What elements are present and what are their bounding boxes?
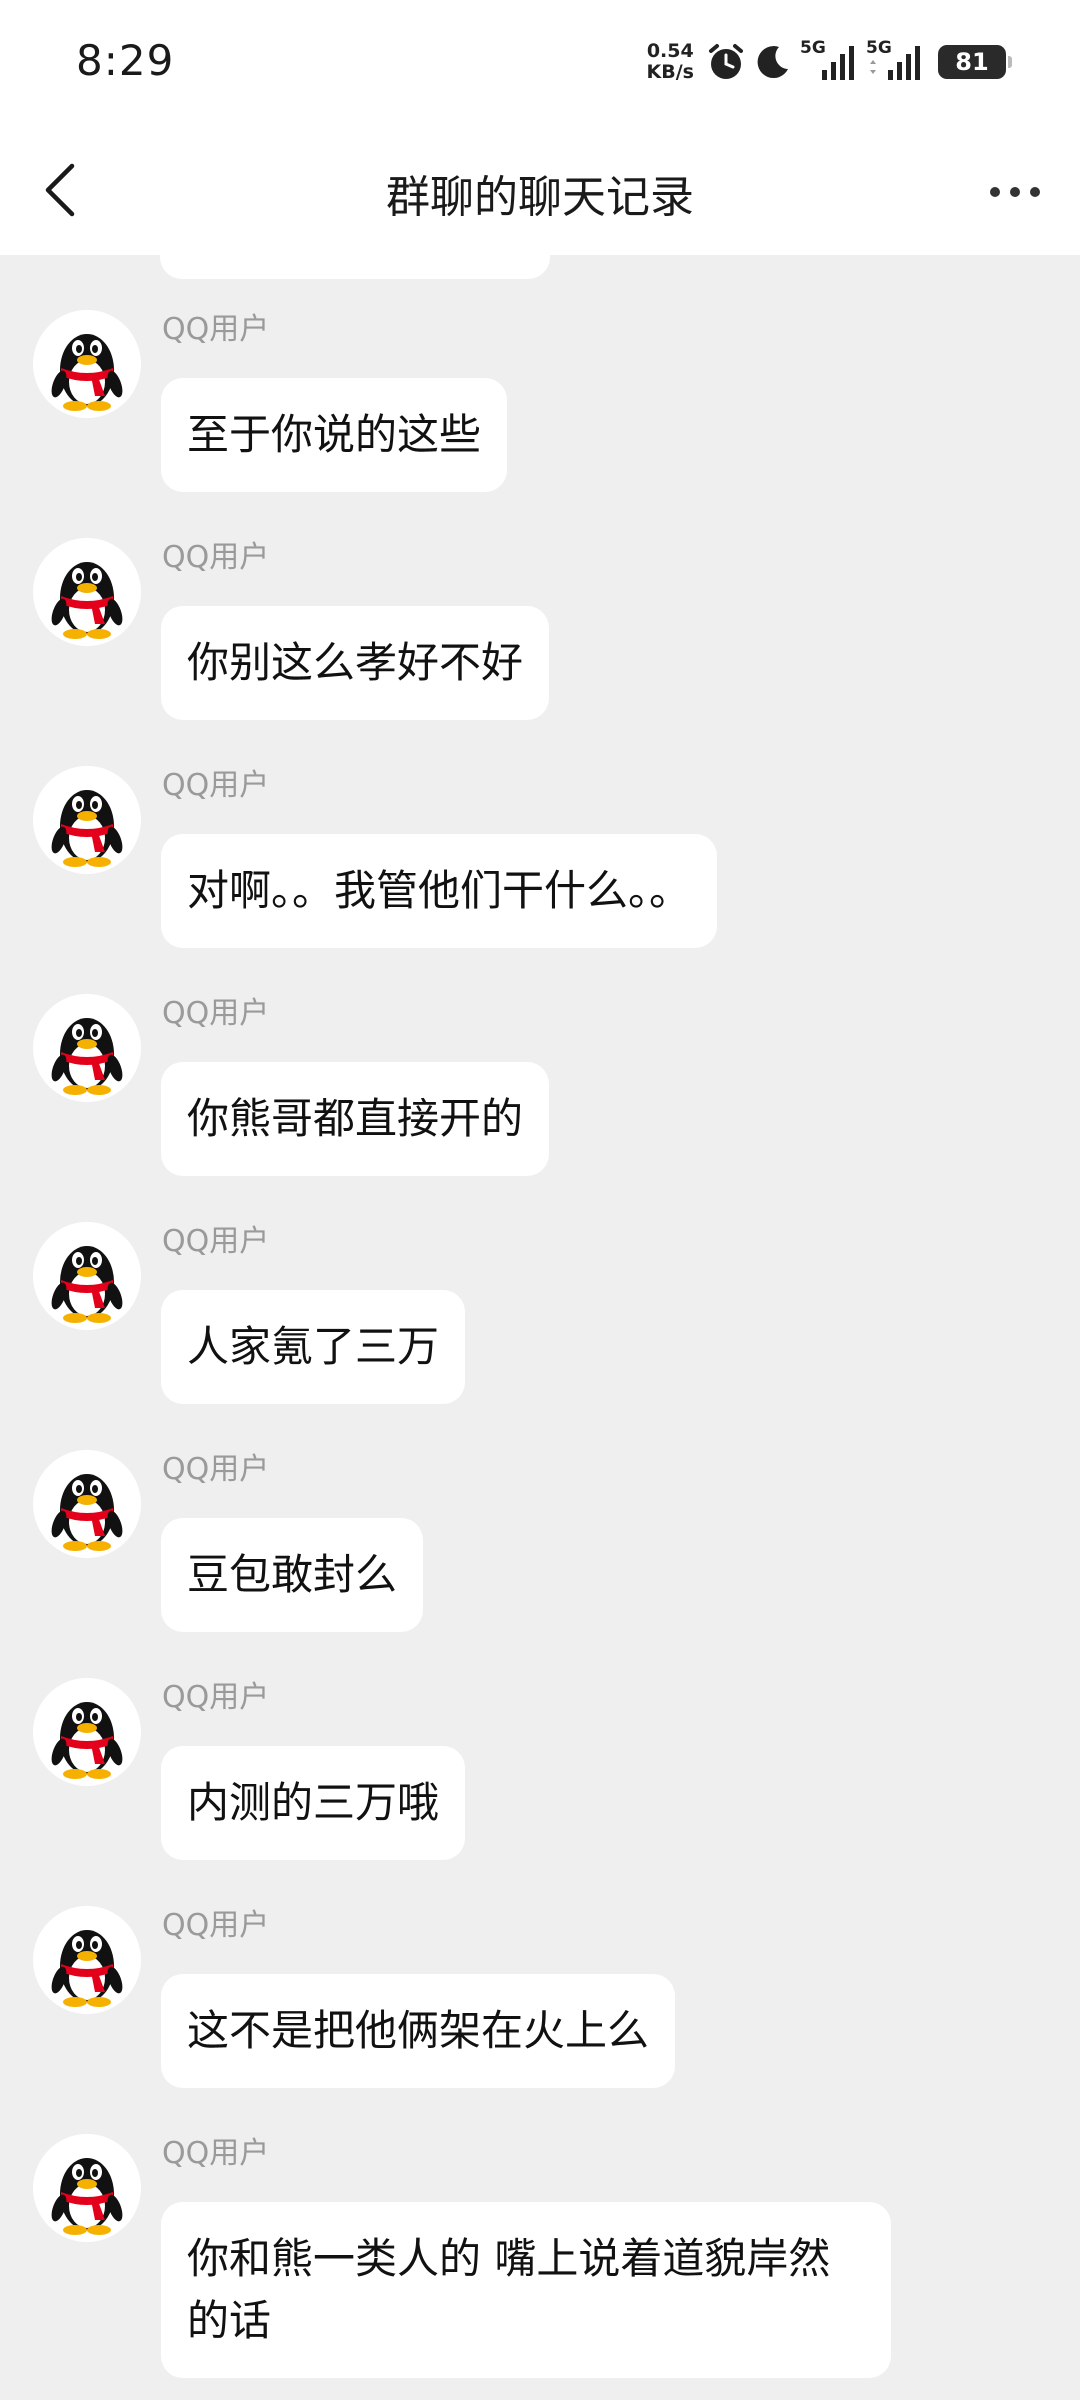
status-bar: 8:29 0.54 KB/s 5G 5G 81 [0, 0, 1080, 125]
qq-penguin-avatar-icon [33, 994, 141, 1102]
qq-penguin-avatar-icon [33, 1222, 141, 1330]
message-bubble[interactable]: 人家氪了三万 [161, 1290, 466, 1404]
message-bubble[interactable]: 你熊哥都直接开的 [161, 1062, 550, 1176]
battery-indicator: 81 [938, 45, 1012, 79]
avatar[interactable] [33, 1222, 141, 1330]
qq-penguin-avatar-icon [33, 1906, 141, 2014]
avatar[interactable] [33, 1906, 141, 2014]
sender-name: QQ用户 [162, 1908, 270, 1943]
qq-penguin-avatar-icon [33, 2134, 141, 2242]
more-button[interactable] [980, 167, 1050, 217]
message-bubble[interactable]: 豆包敢封么 [161, 1518, 424, 1632]
avatar[interactable] [33, 994, 141, 1102]
nav-bar: 群聊的聊天记录 [0, 125, 1080, 255]
network-speed: 0.54 KB/s [647, 41, 694, 83]
previous-message-bubble [160, 255, 550, 279]
message-bubble[interactable]: 内测的三万哦 [161, 1746, 466, 1860]
message-bubble[interactable]: 这不是把他俩架在火上么 [161, 1974, 676, 2088]
avatar[interactable] [33, 2134, 141, 2242]
avatar[interactable] [33, 1450, 141, 1558]
status-time: 8:29 [76, 36, 175, 85]
avatar[interactable] [33, 1678, 141, 1786]
avatar[interactable] [33, 310, 141, 418]
sender-name: QQ用户 [162, 996, 270, 1031]
network-speed-unit: KB/s [646, 61, 694, 83]
sender-name: QQ用户 [162, 2136, 270, 2171]
sender-name: QQ用户 [162, 768, 270, 803]
moon-icon [754, 43, 792, 81]
sender-name: QQ用户 [162, 312, 270, 347]
qq-penguin-avatar-icon [33, 1450, 141, 1558]
qq-penguin-avatar-icon [33, 766, 141, 874]
alarm-icon [706, 42, 746, 82]
avatar[interactable] [33, 766, 141, 874]
message-bubble[interactable]: 对啊。。我管他们干什么。。 [161, 834, 718, 948]
message-bubble[interactable]: 你别这么孝好不好 [161, 606, 550, 720]
more-dots-icon [990, 187, 1040, 197]
message-bubble[interactable]: 你和熊一类人的 嘴上说着道貌岸然的话 [161, 2202, 891, 2378]
page-title: 群聊的聊天记录 [386, 172, 694, 223]
sender-name: QQ用户 [162, 540, 270, 575]
message-bubble[interactable]: 至于你说的这些 [161, 378, 508, 492]
signal-icon-2: 5G [866, 38, 924, 84]
status-icons: 0.54 KB/s 5G 5G 81 [647, 38, 1012, 86]
qq-penguin-avatar-icon [33, 1678, 141, 1786]
chat-list[interactable]: QQ用户 至于你说的这些 QQ用户 你别这么孝好不好 QQ用户 对啊。。我管他们… [0, 255, 1080, 2400]
sender-name: QQ用户 [162, 1680, 270, 1715]
qq-penguin-avatar-icon [33, 538, 141, 646]
sender-name: QQ用户 [162, 1224, 270, 1259]
avatar[interactable] [33, 538, 141, 646]
qq-penguin-avatar-icon [33, 310, 141, 418]
signal-icon-1: 5G [800, 38, 858, 84]
network-speed-value: 0.54 [646, 40, 694, 62]
sender-name: QQ用户 [162, 1452, 270, 1487]
